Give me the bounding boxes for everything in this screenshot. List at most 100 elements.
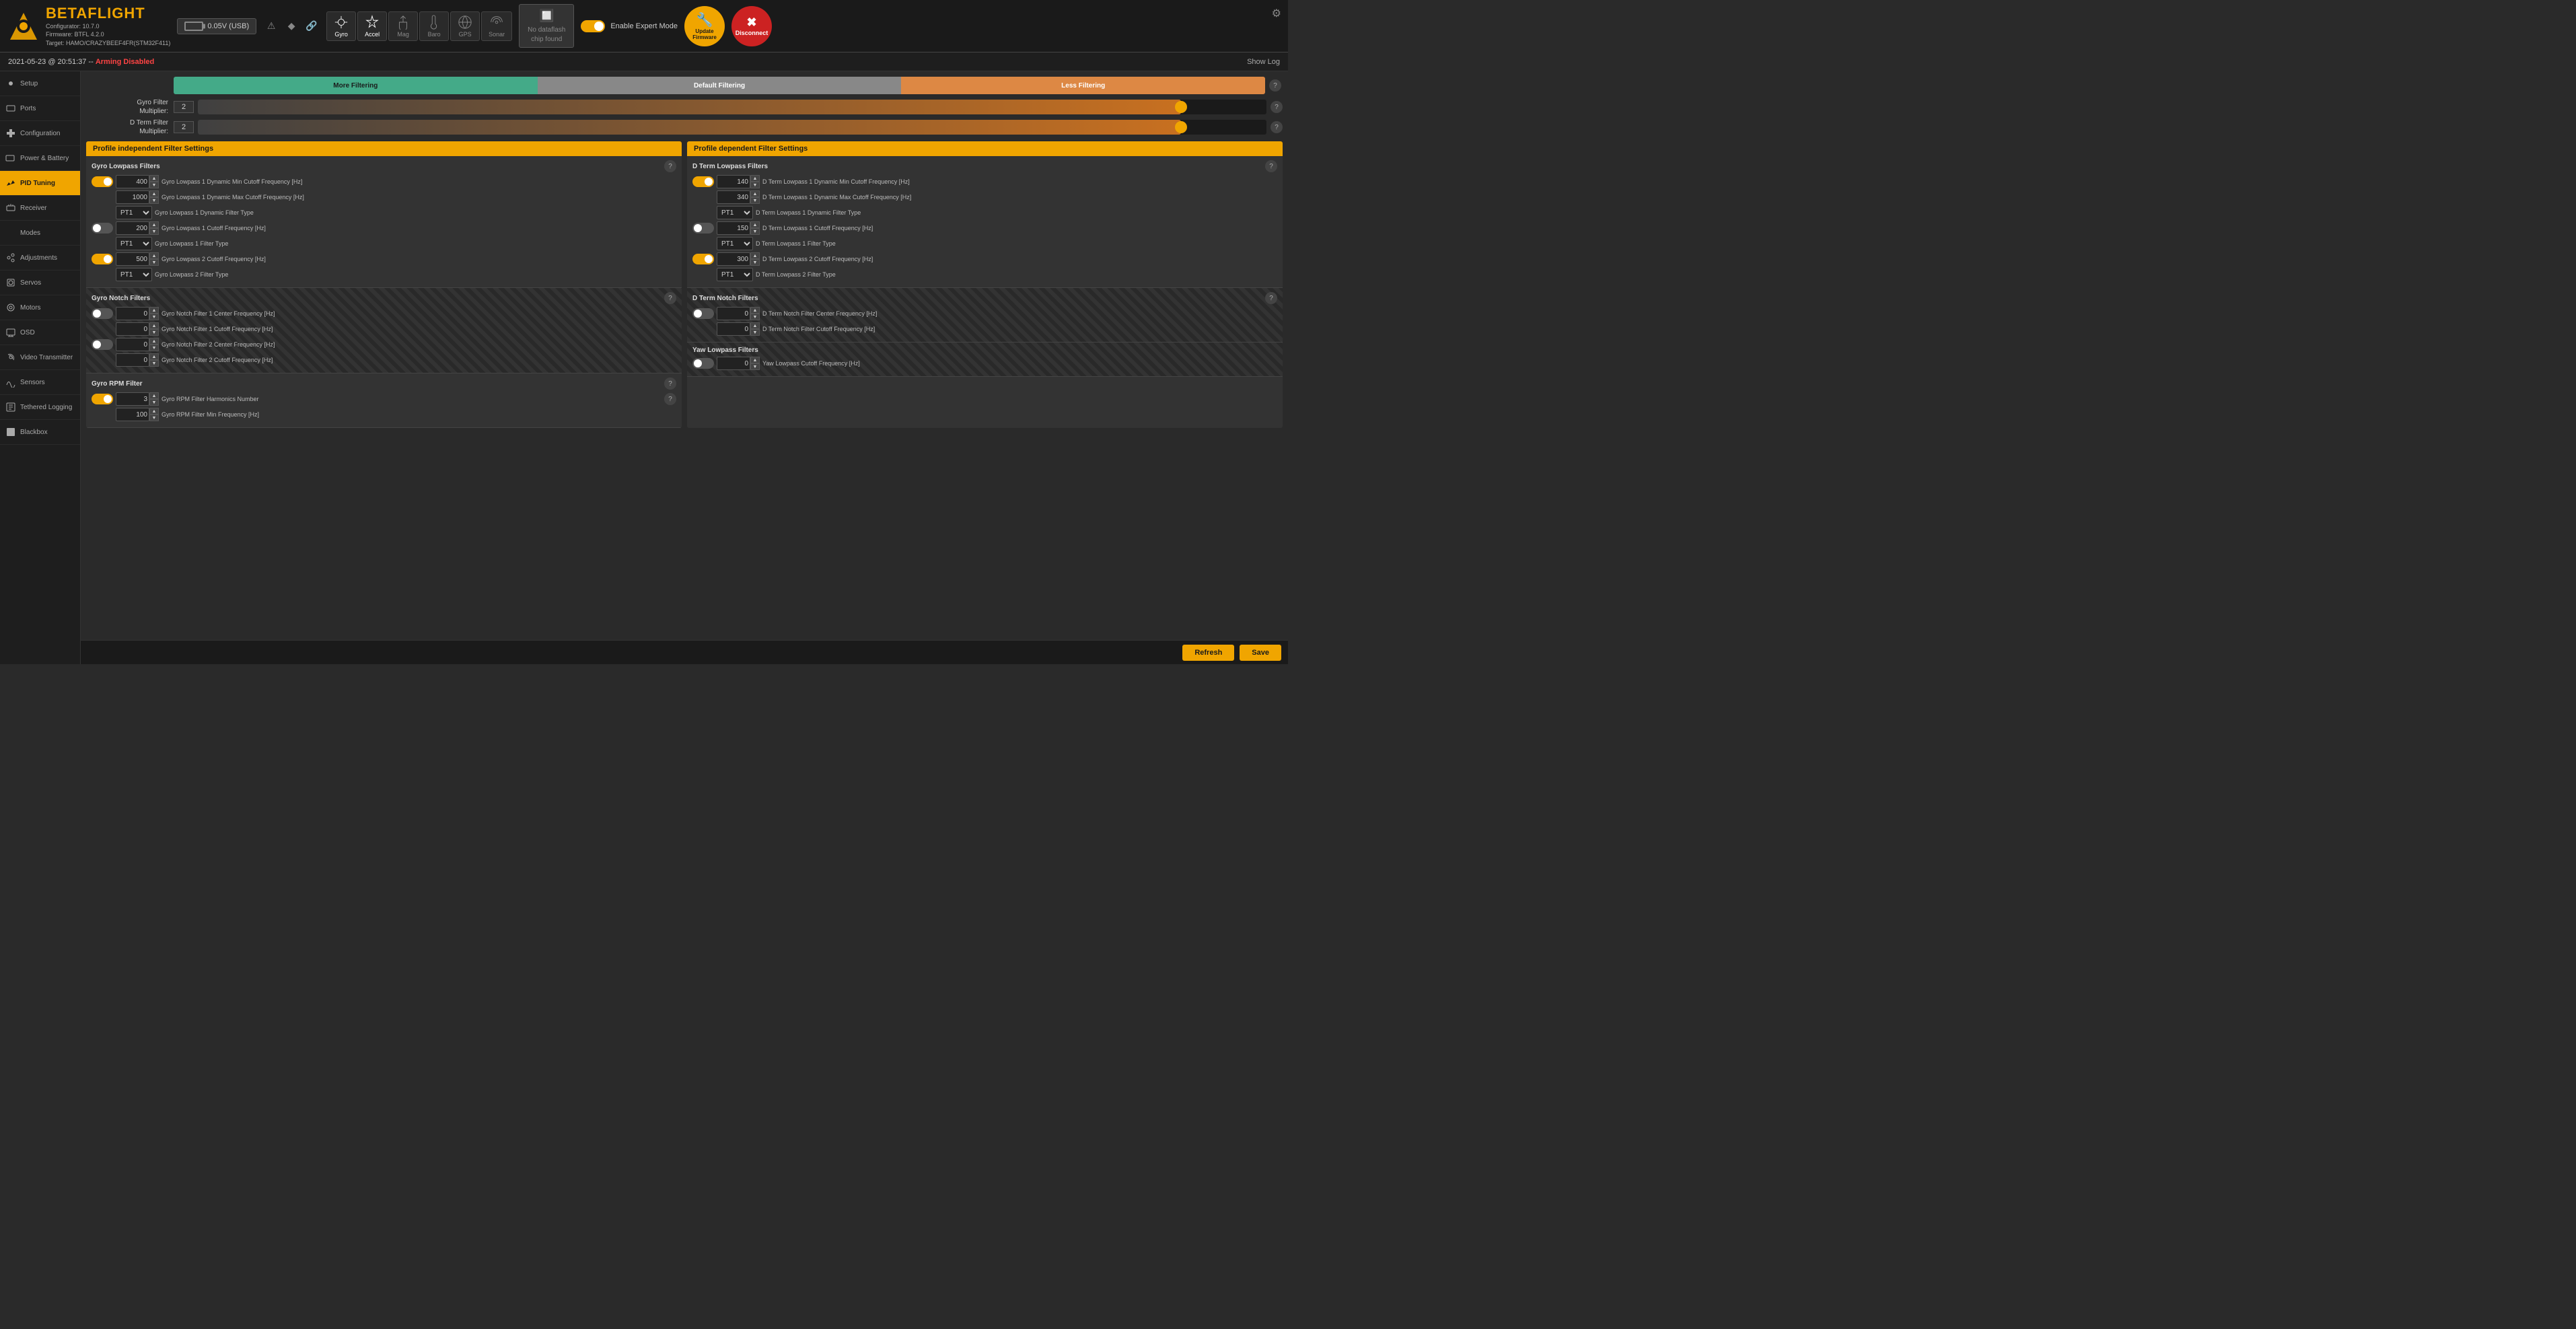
dterm-notch-center-input[interactable] bbox=[717, 307, 750, 320]
sidebar-item-ports[interactable]: Ports bbox=[0, 96, 80, 121]
gyro-notch2-center-down[interactable]: ▼ bbox=[149, 345, 159, 351]
show-log-link[interactable]: Show Log bbox=[1247, 58, 1280, 66]
dterm-notch-center-down[interactable]: ▼ bbox=[750, 314, 760, 320]
update-firmware-button[interactable]: 🔧 UpdateFirmware bbox=[684, 6, 725, 46]
dterm-lp1-dyn-max-down[interactable]: ▼ bbox=[750, 197, 760, 204]
dterm-notch-help[interactable]: ? bbox=[1265, 292, 1277, 304]
sidebar-item-setup[interactable]: Setup bbox=[0, 71, 80, 96]
gyro-notch1-cutoff-input[interactable] bbox=[116, 322, 149, 336]
gyro-rpm-min-freq-down[interactable]: ▼ bbox=[149, 415, 159, 421]
gyro-lp2-cutoff-input[interactable] bbox=[116, 252, 149, 266]
dterm-lp2-cutoff-input[interactable] bbox=[717, 252, 750, 266]
gyro-rpm-harmonics-toggle[interactable] bbox=[92, 394, 113, 404]
sensor-accel[interactable]: Accel bbox=[357, 11, 387, 41]
dterm-lowpass-help[interactable]: ? bbox=[1265, 160, 1277, 172]
yaw-lp-cutoff-down[interactable]: ▼ bbox=[750, 363, 760, 370]
sidebar-item-servos[interactable]: Servos bbox=[0, 271, 80, 295]
dterm-lp1-cutoff-toggle[interactable] bbox=[692, 223, 714, 234]
gear-icon[interactable]: ⚙ bbox=[1272, 7, 1281, 20]
gyro-notch2-cutoff-input[interactable] bbox=[116, 353, 149, 367]
gyro-rpm-harmonics-input[interactable] bbox=[116, 392, 149, 406]
gyro-lp1-dyn-min-down[interactable]: ▼ bbox=[149, 182, 159, 188]
sensor-mag[interactable]: Mag bbox=[388, 11, 418, 41]
gyro-rpm-harmonics-help[interactable]: ? bbox=[664, 393, 676, 405]
gyro-notch1-center-input[interactable] bbox=[116, 307, 149, 320]
sidebar-item-sensors[interactable]: Sensors bbox=[0, 370, 80, 395]
gyro-notch1-cutoff-up[interactable]: ▲ bbox=[149, 322, 159, 329]
sensor-gyro[interactable]: Gyro bbox=[326, 11, 356, 41]
gyro-filter-slider-track[interactable] bbox=[198, 100, 1266, 114]
gyro-lp1-dyn-max-input[interactable] bbox=[116, 190, 149, 204]
gyro-lp2-type-select[interactable]: PT1BIQUAD bbox=[116, 268, 152, 281]
dterm-lp2-cutoff-up[interactable]: ▲ bbox=[750, 252, 760, 259]
gyro-notch1-center-up[interactable]: ▲ bbox=[149, 307, 159, 314]
dterm-notch-center-toggle[interactable] bbox=[692, 308, 714, 319]
sidebar-item-modes[interactable]: Modes bbox=[0, 221, 80, 246]
gyro-lowpass-help[interactable]: ? bbox=[664, 160, 676, 172]
gyro-notch1-center-toggle[interactable] bbox=[92, 308, 113, 319]
gyro-notch1-cutoff-down[interactable]: ▼ bbox=[149, 329, 159, 336]
gyro-filter-help-icon[interactable]: ? bbox=[1271, 101, 1283, 113]
sidebar-item-power-battery[interactable]: Power & Battery bbox=[0, 146, 80, 171]
sidebar-item-motors[interactable]: Motors bbox=[0, 295, 80, 320]
sidebar-item-receiver[interactable]: Receiver bbox=[0, 196, 80, 221]
save-button[interactable]: Save bbox=[1240, 645, 1281, 661]
dterm-lp2-type-select[interactable]: PT1BIQUAD bbox=[717, 268, 753, 281]
dterm-notch-cutoff-input[interactable] bbox=[717, 322, 750, 336]
sidebar-item-osd[interactable]: OSD bbox=[0, 320, 80, 345]
gyro-lp1-dyn-min-up[interactable]: ▲ bbox=[149, 175, 159, 182]
dterm-filter-help-icon[interactable]: ? bbox=[1271, 121, 1283, 133]
gyro-notch-help[interactable]: ? bbox=[664, 292, 676, 304]
sidebar-item-video-transmitter[interactable]: Video Transmitter bbox=[0, 345, 80, 370]
gyro-notch2-cutoff-down[interactable]: ▼ bbox=[149, 360, 159, 367]
gyro-rpm-min-freq-up[interactable]: ▲ bbox=[149, 408, 159, 415]
disconnect-button[interactable]: ✖ Disconnect bbox=[731, 6, 772, 46]
gyro-rpm-harmonics-down[interactable]: ▼ bbox=[149, 399, 159, 406]
dterm-lp1-dyn-min-toggle[interactable] bbox=[692, 176, 714, 187]
sensor-baro[interactable]: Baro bbox=[419, 11, 449, 41]
dterm-lp2-cutoff-toggle[interactable] bbox=[692, 254, 714, 264]
sidebar-item-blackbox[interactable]: Blackbox bbox=[0, 420, 80, 445]
scale-help-icon[interactable]: ? bbox=[1269, 79, 1281, 92]
dterm-lp1-cutoff-up[interactable]: ▲ bbox=[750, 221, 760, 228]
gyro-lp2-cutoff-up[interactable]: ▲ bbox=[149, 252, 159, 259]
gyro-notch2-center-up[interactable]: ▲ bbox=[149, 338, 159, 345]
yaw-lp-cutoff-input[interactable] bbox=[717, 357, 750, 370]
gyro-notch2-center-input[interactable] bbox=[116, 338, 149, 351]
sidebar-item-pid-tuning[interactable]: PID Tuning bbox=[0, 171, 80, 196]
dterm-lp2-cutoff-down[interactable]: ▼ bbox=[750, 259, 760, 266]
dterm-notch-cutoff-up[interactable]: ▲ bbox=[750, 322, 760, 329]
gyro-notch2-cutoff-up[interactable]: ▲ bbox=[149, 353, 159, 360]
dterm-lp1-dyn-type-select[interactable]: PT1BIQUAD bbox=[717, 206, 753, 219]
dterm-lp1-dyn-min-up[interactable]: ▲ bbox=[750, 175, 760, 182]
dterm-lp1-dyn-max-up[interactable]: ▲ bbox=[750, 190, 760, 197]
dterm-filter-slider-track[interactable] bbox=[198, 120, 1266, 135]
dterm-lp1-dyn-max-input[interactable] bbox=[717, 190, 750, 204]
gyro-rpm-help[interactable]: ? bbox=[664, 378, 676, 390]
gyro-lp2-cutoff-toggle[interactable] bbox=[92, 254, 113, 264]
gyro-lp1-dyn-min-input[interactable] bbox=[116, 175, 149, 188]
dterm-filter-slider-thumb[interactable] bbox=[1175, 121, 1187, 133]
gyro-lp1-cutoff-up[interactable]: ▲ bbox=[149, 221, 159, 228]
sidebar-item-configuration[interactable]: Configuration bbox=[0, 121, 80, 146]
gyro-lp1-type-select[interactable]: PT1BIQUAD bbox=[116, 237, 152, 250]
gyro-lp2-cutoff-down[interactable]: ▼ bbox=[149, 259, 159, 266]
gyro-lp1-dyn-max-up[interactable]: ▲ bbox=[149, 190, 159, 197]
dterm-lp1-cutoff-down[interactable]: ▼ bbox=[750, 228, 760, 235]
dterm-lp1-type-select[interactable]: PT1BIQUAD bbox=[717, 237, 753, 250]
dterm-lp1-dyn-min-input[interactable] bbox=[717, 175, 750, 188]
gyro-lp1-cutoff-input[interactable] bbox=[116, 221, 149, 235]
gyro-rpm-harmonics-up[interactable]: ▲ bbox=[149, 392, 159, 399]
gyro-lp1-cutoff-toggle[interactable] bbox=[92, 223, 113, 234]
refresh-button[interactable]: Refresh bbox=[1182, 645, 1234, 661]
gyro-notch1-center-down[interactable]: ▼ bbox=[149, 314, 159, 320]
yaw-lp-cutoff-up[interactable]: ▲ bbox=[750, 357, 760, 363]
gyro-lp1-dyn-min-toggle[interactable] bbox=[92, 176, 113, 187]
dterm-notch-center-up[interactable]: ▲ bbox=[750, 307, 760, 314]
dterm-lp1-cutoff-input[interactable] bbox=[717, 221, 750, 235]
gyro-lp1-dyn-max-down[interactable]: ▼ bbox=[149, 197, 159, 204]
sidebar-item-tethered-logging[interactable]: Tethered Logging bbox=[0, 395, 80, 420]
gyro-rpm-min-freq-input[interactable] bbox=[116, 408, 149, 421]
sensor-sonar[interactable]: Sonar bbox=[481, 11, 512, 41]
gyro-lp1-dyn-type-select[interactable]: PT1BIQUAD bbox=[116, 206, 152, 219]
